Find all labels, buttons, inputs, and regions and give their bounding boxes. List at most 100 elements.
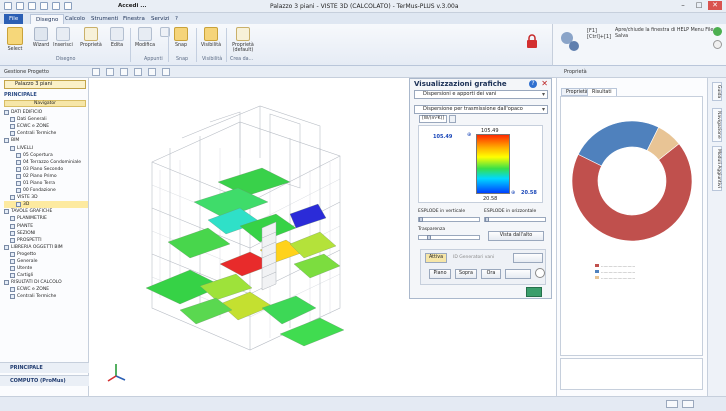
tree-item[interactable]: RISULTATI DI CALCOLO <box>4 279 88 286</box>
dispersion-detail-select[interactable]: Dispersione per trasmissione dall'opaco <box>414 105 548 114</box>
view-tool-icon[interactable] <box>162 68 170 76</box>
proprieta-button[interactable]: Proprietà <box>80 27 102 48</box>
tree-item[interactable]: Dati Generali <box>4 116 88 123</box>
tree-item[interactable]: Centrali Termiche <box>4 293 88 300</box>
status-tool-icon[interactable] <box>666 400 678 408</box>
close-icon[interactable]: ✕ <box>708 1 722 10</box>
help-icon[interactable]: ? <box>529 80 537 88</box>
donut-slice[interactable] <box>577 120 660 167</box>
tree-item[interactable]: ECWC e ZONE <box>4 286 88 293</box>
wizard-button[interactable]: Wizard <box>30 27 52 48</box>
side-tab-guida[interactable]: Guida <box>712 82 722 102</box>
minimize-icon[interactable]: – <box>676 1 690 10</box>
attiva-button[interactable]: Attiva <box>425 253 447 263</box>
open-folder-icon[interactable] <box>16 2 24 10</box>
tab-risultati[interactable]: Risultati <box>587 88 617 96</box>
tree-item[interactable]: Utente <box>4 265 88 272</box>
filter-box: Attiva ID Generatori vani Piano Sopra Or… <box>420 249 546 285</box>
node-icon <box>10 294 15 300</box>
tree-item[interactable]: 01 Piano Terra <box>4 180 88 187</box>
node-icon <box>10 117 15 123</box>
save-icon[interactable] <box>28 2 36 10</box>
project-tree: DATI EDIFICIO Dati Generali ECWC e ZONE Cen… <box>4 109 88 301</box>
tree-item[interactable]: LIBRERIA OGGETTI BIM <box>4 244 88 251</box>
tree-item[interactable]: SEZIONI <box>4 230 88 237</box>
accedi-link[interactable]: Accedi ... <box>118 3 147 9</box>
tree-item[interactable]: ECWC e ZONE <box>4 123 88 130</box>
wand-icon <box>34 27 48 41</box>
lock-icon[interactable] <box>526 34 538 48</box>
explode-horizontal-slider[interactable] <box>484 217 546 222</box>
new-file-icon[interactable] <box>4 2 12 10</box>
node-icon <box>10 195 15 201</box>
view-tool-icon[interactable] <box>120 68 128 76</box>
locale-select[interactable] <box>513 253 543 263</box>
info-icon[interactable] <box>713 27 722 36</box>
tab-help[interactable]: ? <box>170 14 183 24</box>
min-marker-icon[interactable]: ⊕ <box>511 190 515 196</box>
tree-item[interactable]: 02 Piano Primo <box>4 173 88 180</box>
transparency-slider[interactable] <box>418 235 480 240</box>
view-tool-icon[interactable] <box>106 68 114 76</box>
tree-item[interactable]: 3D <box>4 201 88 209</box>
tree-item[interactable]: Centrali Termiche <box>4 130 88 137</box>
tree-item[interactable]: Generale <box>4 258 88 265</box>
export-image-icon[interactable] <box>526 287 542 297</box>
print-icon[interactable] <box>40 2 48 10</box>
redo-icon[interactable] <box>64 2 72 10</box>
folder-icon <box>4 280 9 286</box>
select-button[interactable]: Select <box>4 27 26 52</box>
tab-file[interactable]: File <box>4 14 24 24</box>
tree-item[interactable]: 03 Piano Secondo <box>4 166 88 173</box>
tree-item[interactable]: VISTE 3D <box>4 194 88 201</box>
help-tools-icon[interactable] <box>559 30 581 52</box>
tree-item[interactable]: PIANTE <box>4 223 88 230</box>
gear-icon[interactable] <box>713 40 722 49</box>
proprieta-default-button[interactable]: Proprietà (default) <box>228 27 258 53</box>
tree-item[interactable]: Progetto <box>4 251 88 258</box>
close-panel-icon[interactable]: ✕ <box>541 79 548 88</box>
view-tool-icon[interactable] <box>92 68 100 76</box>
tree-item[interactable]: 05 Copertura <box>4 152 88 159</box>
legend-item: ……………………… <box>595 275 635 280</box>
footer-computo[interactable]: COMPUTO (ProMus) <box>0 375 89 386</box>
view-from-top-button[interactable]: Vista dall'alto <box>488 231 544 241</box>
max-marker-icon[interactable]: ⊕ <box>467 132 471 138</box>
tree-item[interactable]: Cartigli <box>4 272 88 279</box>
piano-button[interactable]: Piano <box>429 269 451 279</box>
view-tool-icon[interactable] <box>134 68 142 76</box>
inserisci-button[interactable]: Inserisci <box>52 27 74 48</box>
help-shortcut: [F1] [Ctrl]+[1] <box>587 28 612 40</box>
reset-icon[interactable] <box>535 268 545 278</box>
snap-button[interactable]: Snap <box>170 27 192 48</box>
tree-item[interactable]: PROSPETTI <box>4 237 88 244</box>
footer-principale[interactable]: PRINCIPALE <box>0 362 89 373</box>
viewport-3d[interactable] <box>90 78 408 396</box>
explode-vertical-slider[interactable] <box>418 217 480 222</box>
tree-item[interactable]: PLANIMETRIE <box>4 215 88 222</box>
status-tool-icon[interactable] <box>682 400 694 408</box>
counter-input[interactable] <box>505 269 531 279</box>
side-tab-moduli[interactable]: Moduli Aggiuntivi <box>712 146 722 191</box>
view-tool-icon[interactable] <box>148 68 156 76</box>
project-name[interactable]: Palazzo 3 piani <box>4 80 86 89</box>
tree-item[interactable]: 00 Fondazione <box>4 187 88 194</box>
dispersion-type-select[interactable]: Dispersioni e apporti dei vani <box>414 90 548 99</box>
unit-dropdown-icon[interactable] <box>449 115 456 123</box>
visibilita-button[interactable]: Visibilità <box>200 27 222 48</box>
edita-button[interactable]: Edita <box>106 27 128 48</box>
ora-button[interactable]: Ora <box>481 269 501 279</box>
side-tab-navigazione[interactable]: Navigazione <box>712 108 722 142</box>
tree-item[interactable]: DATI EDIFICIO <box>4 109 88 116</box>
modifica-button[interactable]: Modifica <box>134 27 156 48</box>
maximize-icon[interactable]: □ <box>692 1 706 10</box>
tree-item[interactable]: TAVOLE GRAFICHE <box>4 208 88 215</box>
navigator-bar[interactable]: Navigator <box>4 100 86 107</box>
undo-icon[interactable] <box>52 2 60 10</box>
tree-item[interactable]: 04 Terrazzo Condominiale <box>4 159 88 166</box>
tree-item-label: ECWC e ZONE <box>17 124 50 130</box>
tree-item[interactable]: BIM <box>4 137 88 144</box>
unit-select[interactable]: [W/(m²K)] <box>419 115 447 123</box>
tree-item[interactable]: LIVELLI <box>4 144 88 151</box>
sopra-button[interactable]: Sopra <box>455 269 477 279</box>
